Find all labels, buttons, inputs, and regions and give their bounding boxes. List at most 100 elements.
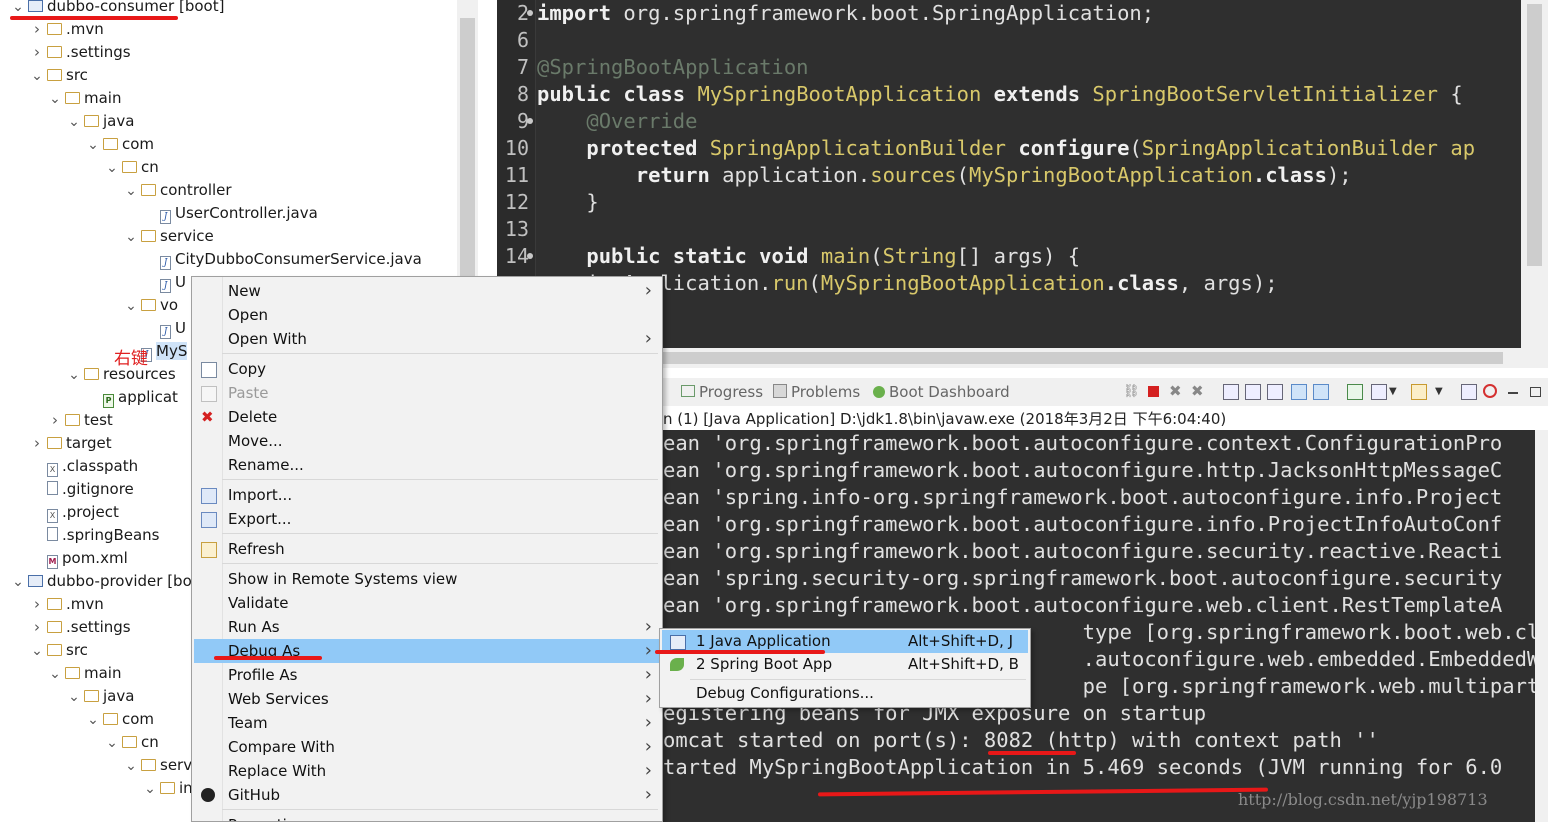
word-wrap-icon[interactable] <box>1267 384 1283 400</box>
tree-item[interactable]: ⌄ cn <box>104 156 159 179</box>
tree-item[interactable]: J UserController.java <box>142 202 318 225</box>
menu-item-validate[interactable]: Validate <box>194 591 660 615</box>
tree-item[interactable]: J CityDubboConsumerService.java <box>142 248 422 271</box>
tree-item[interactable]: ⌄ vo <box>123 294 178 317</box>
fold-icon[interactable] <box>527 118 533 124</box>
remove-all-icon[interactable]: ✖ <box>1191 382 1205 400</box>
show-on-stdout-icon[interactable] <box>1291 384 1307 400</box>
tab-boot-dashboard[interactable]: Boot Dashboard <box>873 383 1010 401</box>
chevron-down-icon[interactable]: ⌄ <box>66 364 82 387</box>
chevron-down-icon[interactable]: ⌄ <box>47 663 63 686</box>
tree-item[interactable]: ⌄ serv <box>123 754 192 777</box>
tree-item[interactable]: Papplicat <box>85 386 178 409</box>
chevron-down-icon[interactable]: ⌄ <box>66 111 82 134</box>
tree-item[interactable]: JU <box>142 271 186 294</box>
menu-item-import[interactable]: Import... <box>194 483 660 507</box>
chevron-down-icon[interactable]: ⌄ <box>10 571 26 594</box>
editor-vertical-scroll-thumb[interactable] <box>1527 4 1542 266</box>
chevron-down-icon[interactable]: ⌄ <box>123 226 139 249</box>
console-output[interactable]: ean 'org.springframework.boot.autoconfig… <box>663 430 1548 822</box>
chevron-right-icon[interactable]: › <box>29 593 45 616</box>
tab-progress[interactable]: Progress <box>681 383 763 401</box>
chevron-down-icon[interactable]: ▼ <box>1389 386 1403 400</box>
menu-item-open-with[interactable]: Open With › <box>194 327 660 351</box>
chevron-down-icon[interactable]: ⌄ <box>104 157 120 180</box>
chevron-right-icon[interactable]: › <box>29 41 45 64</box>
tree-item[interactable]: ⌄ main <box>47 662 121 685</box>
minimize-icon[interactable] <box>1508 392 1518 394</box>
menu-item-github[interactable]: GitHub › <box>194 783 660 807</box>
tree-item[interactable]: › .mvn <box>29 593 104 616</box>
editor-horizontal-scroll-thumb[interactable] <box>663 352 1503 364</box>
menu-item-run-as[interactable]: Run As › <box>194 615 660 639</box>
menu-item-compare-with[interactable]: Compare With › <box>194 735 660 759</box>
chevron-right-icon[interactable]: › <box>29 616 45 639</box>
menu-item-open[interactable]: Open <box>194 303 660 327</box>
menu-item-show-in-remote-systems-view[interactable]: Show in Remote Systems view <box>194 567 660 591</box>
tree-item[interactable]: › test <box>47 409 113 432</box>
maximize-icon[interactable] <box>1530 387 1541 397</box>
menu-item-profile-as[interactable]: Profile As › <box>194 663 660 687</box>
chevron-down-icon[interactable]: ⌄ <box>142 778 158 801</box>
tree-item[interactable]: .springBeans <box>29 524 160 547</box>
menu-item-team[interactable]: Team › <box>194 711 660 735</box>
tree-item[interactable]: ⌄ controller <box>123 179 231 203</box>
console-view-icon[interactable] <box>1461 384 1477 400</box>
disconnect-icon[interactable]: ⛓ <box>1123 384 1140 399</box>
chevron-down-icon[interactable]: ⌄ <box>85 709 101 732</box>
tree-item[interactable]: ⌄ dubbo-provider [bo <box>10 570 192 593</box>
menu-item-replace-with[interactable]: Replace With › <box>194 759 660 783</box>
chevron-down-icon[interactable]: ⌄ <box>123 180 139 203</box>
chevron-down-icon[interactable]: ⌄ <box>104 732 120 755</box>
tree-item[interactable]: ⌄ in <box>142 777 193 800</box>
chevron-down-icon[interactable]: ⌄ <box>85 134 101 157</box>
tree-item[interactable]: › target <box>29 432 112 455</box>
tree-item[interactable]: .gitignore <box>29 478 134 501</box>
tree-item[interactable]: › .settings <box>29 616 131 639</box>
menu-item-refresh[interactable]: Refresh <box>194 537 660 561</box>
tree-item[interactable]: ⌄ service <box>123 225 214 248</box>
chevron-right-icon[interactable]: › <box>29 18 45 41</box>
chevron-down-icon[interactable]: ⌄ <box>123 295 139 318</box>
tab-problems[interactable]: Problems <box>773 383 860 401</box>
submenu-item-2-spring-boot-app[interactable]: 2 Spring Boot App Alt+Shift+D, B <box>662 653 1028 676</box>
menu-item-web-services[interactable]: Web Services › <box>194 687 660 711</box>
tree-item[interactable]: ⌄ src <box>29 64 88 87</box>
tree-item[interactable]: ⌄ com <box>85 708 154 731</box>
terminate-icon[interactable] <box>1148 386 1159 397</box>
tree-item[interactable]: X .project <box>29 501 119 524</box>
tree-item[interactable]: ⌄ cn <box>104 731 159 754</box>
chevron-down-icon[interactable]: ⌄ <box>47 88 63 111</box>
menu-item-move[interactable]: Move... <box>194 429 660 453</box>
menu-item-rename[interactable]: Rename... <box>194 453 660 477</box>
open-console-icon[interactable] <box>1411 384 1427 400</box>
tree-item[interactable]: ⌄ src <box>29 639 88 662</box>
tree-item[interactable]: ⌄ java <box>66 685 134 708</box>
tree-item[interactable]: › .mvn <box>29 18 104 41</box>
java-icon[interactable] <box>1483 384 1497 398</box>
chevron-right-icon[interactable]: › <box>47 409 63 432</box>
show-on-stderr-icon[interactable] <box>1313 384 1329 400</box>
tree-item[interactable]: X .classpath <box>29 455 138 478</box>
chevron-down-icon[interactable]: ⌄ <box>29 640 45 663</box>
pin-console-icon[interactable] <box>1347 384 1363 400</box>
menu-item-export[interactable]: Export... <box>194 507 660 531</box>
tree-item[interactable]: ⌄ main <box>47 87 121 110</box>
menu-item-copy[interactable]: Copy <box>194 357 660 381</box>
console-scrollbar[interactable] <box>1535 430 1548 822</box>
display-console-icon[interactable] <box>1371 384 1387 400</box>
explorer-scroll-thumb[interactable] <box>460 18 475 276</box>
menu-item-new[interactable]: New › <box>194 279 660 303</box>
menu-item-properties[interactable]: Properties <box>194 813 660 821</box>
fold-icon[interactable] <box>527 253 533 259</box>
tree-item[interactable]: JU <box>142 317 186 340</box>
chevron-down-icon[interactable]: ⌄ <box>66 686 82 709</box>
submenu-item-debug-configurations[interactable]: Debug Configurations... <box>662 682 1028 705</box>
tree-item[interactable]: › .settings <box>29 41 131 64</box>
tree-item[interactable]: Mpom.xml <box>29 547 128 570</box>
clear-console-icon[interactable] <box>1223 384 1239 400</box>
scroll-lock-icon[interactable] <box>1245 384 1261 400</box>
chevron-down-icon[interactable]: ▼ <box>1435 386 1449 400</box>
chevron-down-icon[interactable]: ⌄ <box>29 65 45 88</box>
fold-icon[interactable] <box>527 10 533 16</box>
